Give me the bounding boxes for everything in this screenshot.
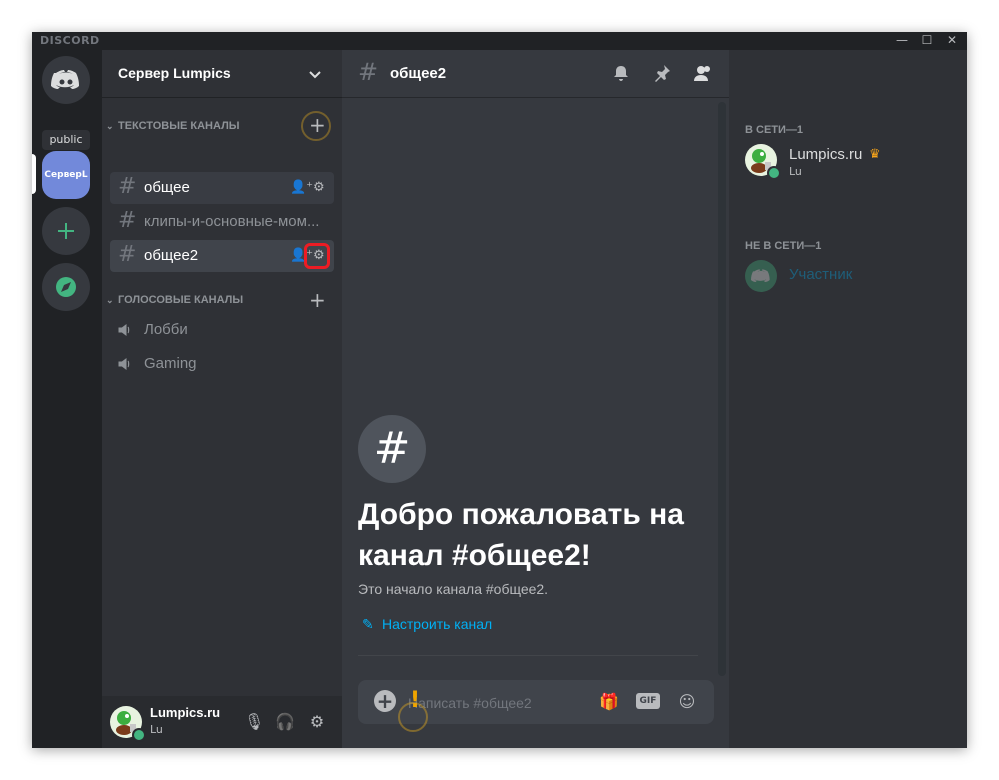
home-button[interactable] [42,56,90,104]
hashtag-icon: # [118,174,137,199]
text-category-header[interactable]: ⌄ ТЕКСТОВЫЕ КАНАЛЫ [106,120,240,132]
voice-category-label: ГОЛОСОВЫЕ КАНАЛЫ [118,294,244,306]
channel-item-obshchee[interactable]: # общее 👤⁺ ⚙ [110,172,334,204]
member-list: В СЕТИ—1 Lumpics.ru ♛ Lu НЕ В СЕТИ—1 Уча… [729,50,967,748]
bell-icon[interactable] [610,64,632,86]
channel-sidebar: Сервер Lumpics ⌄ ТЕКСТОВЫЕ КАНАЛЫ + # общ… [102,50,342,748]
hashtag-icon: # [118,242,137,267]
add-server-button[interactable] [42,207,90,255]
plus-icon [58,223,74,239]
voice-channel-lobby[interactable]: Лобби [110,314,334,346]
online-status-dot [132,728,146,742]
hashtag-icon: # [358,58,379,86]
channel-name: Лобби [144,321,188,338]
server-icon-active[interactable]: СерверL [42,151,90,199]
pencil-icon: ✎ [362,616,374,632]
members-icon[interactable] [692,64,714,86]
chevron-down-icon [309,71,321,79]
speaker-icon [118,358,130,370]
member-sub: Lu [789,165,802,178]
discord-logo-icon [51,70,79,89]
gif-button[interactable]: GIF [636,693,660,709]
title-bar: DISCORD — ☐ ✕ [32,32,967,50]
chat-scrollbar[interactable] [718,102,726,676]
gear-icon[interactable]: ⚙ [313,180,325,195]
channel-name: общее [144,179,190,196]
chevron-down-icon: ⌄ [106,295,114,305]
message-input[interactable] [406,680,590,726]
voice-category-header[interactable]: ⌄ ГОЛОСОВЫЕ КАНАЛЫ [106,294,243,306]
create-voice-channel-icon[interactable]: + [309,290,326,310]
discord-window: DISCORD — ☐ ✕ public СерверL Сервер Lump… [32,32,967,748]
setup-channel-link[interactable]: ✎ Настроить канал [362,616,492,633]
discord-logo-icon [751,269,770,282]
server-name: Сервер Lumpics [118,65,231,81]
explore-servers-button[interactable] [42,263,90,311]
setup-channel-label: Настроить канал [382,616,493,632]
divider [358,655,698,656]
gear-icon[interactable]: ⚙ [313,248,325,263]
channel-name: Gaming [144,355,197,372]
user-panel: Lumpics.ru Lu 🎙 🎧 ⚙ [102,696,342,748]
add-attachment-icon[interactable]: + [374,690,396,712]
minimize-button[interactable]: — [891,32,913,50]
server-header[interactable]: Сервер Lumpics [102,50,342,98]
user-name: Lumpics.ru [150,705,221,720]
channel-item-clips[interactable]: # клипы-и-основные-мом... [110,206,334,238]
maximize-button[interactable]: ☐ [916,32,938,50]
create-text-channel-icon[interactable]: + [309,115,326,135]
server-rail: public СерверL [32,50,102,748]
welcome-subtitle: Это начало канала #общее2. [358,581,549,597]
app-brand: DISCORD [40,34,100,47]
channel-item-obshchee2[interactable]: # общее2 👤⁺ ⚙ [110,240,334,272]
hashtag-icon: # [118,208,137,233]
compass-icon [56,277,76,297]
online-status-dot [767,166,781,180]
member-name: Lumpics.ru [789,146,863,163]
member-item[interactable]: Участник [745,258,955,298]
text-category-label: ТЕКСТОВЫЕ КАНАЛЫ [118,120,240,132]
pin-icon[interactable] [651,64,673,86]
channel-name: общее2 [144,247,199,264]
channel-title: общее2 [390,65,447,82]
member-item[interactable]: Lumpics.ru ♛ Lu [745,142,955,182]
chevron-down-icon: ⌄ [106,121,114,131]
channel-name: клипы-и-основные-мом... [144,213,320,230]
public-server-label[interactable]: public [42,130,90,150]
speaker-icon [118,324,130,336]
welcome-title: Добро пожаловать на канал #общее2! [358,498,684,572]
voice-channel-gaming[interactable]: Gaming [110,348,334,380]
close-button[interactable]: ✕ [941,32,963,50]
emoji-icon[interactable]: ☺ [676,691,698,713]
microphone-icon[interactable]: 🎙 [244,712,264,732]
invite-icon[interactable]: 👤⁺ [290,180,313,195]
message-composer: + 🎁 GIF ☺ ! [358,680,714,732]
active-server-indicator [32,154,36,194]
headphones-icon[interactable]: 🎧 [275,712,295,732]
gift-icon[interactable]: 🎁 [598,691,620,713]
online-header: В СЕТИ—1 [745,124,804,136]
offline-header: НЕ В СЕТИ—1 [745,240,822,252]
member-name: Участник [789,266,853,283]
avatar [745,260,777,292]
chat-area: # общее2 # Добро пожаловать на канал #об… [342,50,729,748]
user-settings-gear-icon[interactable]: ⚙ [307,712,327,732]
channel-hashtag-icon: # [358,415,426,483]
cursor-marker-icon: ! [410,688,421,713]
user-tag: Lu [150,723,163,736]
crown-icon: ♛ [869,147,881,162]
